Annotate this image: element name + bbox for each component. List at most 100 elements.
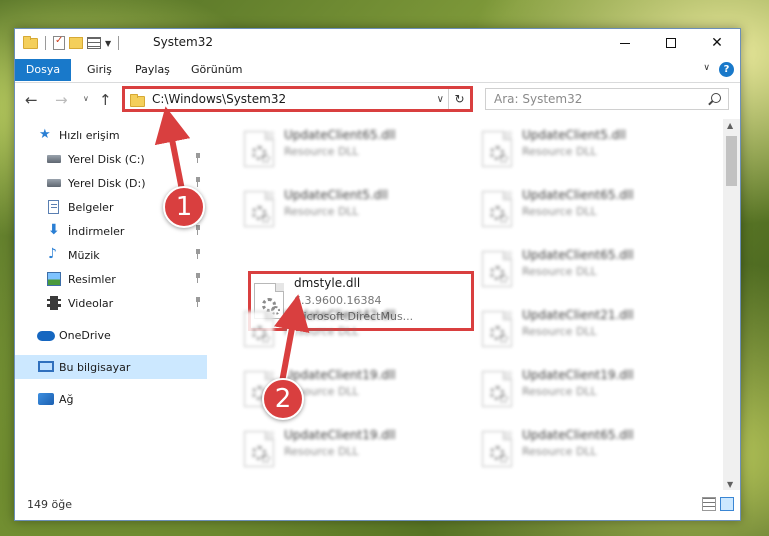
- search-input[interactable]: Ara: System32: [494, 92, 582, 106]
- file-name: UpdateClient65.dll: [284, 128, 396, 142]
- file-tile[interactable]: UpdateClient19.dll Resource DLL: [478, 361, 708, 417]
- file-name: UpdateClient42.dll: [284, 308, 396, 322]
- file-type: Resource DLL: [522, 325, 597, 338]
- file-name: UpdateClient19.dll: [284, 428, 396, 442]
- sidebar-item-music[interactable]: ♪ Müzik: [15, 243, 207, 267]
- sidebar-item-network[interactable]: Ağ: [15, 387, 207, 411]
- maximize-button[interactable]: [648, 29, 694, 57]
- address-path[interactable]: C:\Windows\System32: [152, 92, 286, 106]
- navigation-bar: ← → ∨ ↑ C:\Windows\System32 ∨ ↻ Ara: Sys…: [15, 85, 740, 115]
- new-folder-icon[interactable]: [69, 37, 83, 49]
- minimize-icon: [620, 42, 630, 44]
- up-button[interactable]: ↑: [99, 91, 112, 109]
- help-icon[interactable]: ?: [719, 62, 734, 77]
- file-tile[interactable]: UpdateClient65.dll Resource DLL: [478, 181, 708, 237]
- back-button[interactable]: ←: [25, 91, 38, 109]
- dll-file-icon: [482, 311, 512, 347]
- sidebar-item-label: Müzik: [68, 248, 100, 262]
- file-tile[interactable]: UpdateClient5.dll Resource DLL: [240, 181, 470, 237]
- status-bar: 149 öğe: [15, 490, 740, 520]
- file-name: UpdateClient19.dll: [522, 368, 634, 382]
- file-name: UpdateClient65.dll: [522, 188, 634, 202]
- refresh-button[interactable]: ↻: [448, 89, 470, 109]
- search-icon[interactable]: [711, 93, 721, 103]
- sidebar-item-videos[interactable]: Videolar: [15, 291, 207, 315]
- expand-ribbon-icon[interactable]: ∨: [703, 63, 710, 73]
- sidebar-item-label: Belgeler: [68, 200, 114, 214]
- dll-file-icon: [482, 191, 512, 227]
- tab-file[interactable]: Dosya: [15, 59, 71, 81]
- tab-share[interactable]: Paylaş: [135, 59, 170, 81]
- file-type: Resource DLL: [284, 145, 359, 158]
- pin-icon[interactable]: [194, 273, 202, 283]
- pin-icon[interactable]: [194, 177, 202, 187]
- tab-view[interactable]: Görünüm: [191, 59, 242, 81]
- sidebar-item-label: Ağ: [59, 392, 74, 406]
- folder-icon: [130, 94, 145, 107]
- search-box[interactable]: Ara: System32: [485, 88, 729, 110]
- pin-icon[interactable]: [194, 297, 202, 307]
- drive-icon: [47, 155, 61, 163]
- scroll-down-icon[interactable]: ▼: [727, 480, 733, 489]
- file-name: UpdateClient21.dll: [522, 308, 634, 322]
- file-tile[interactable]: UpdateClient65.dll Resource DLL: [478, 421, 708, 477]
- file-tile[interactable]: UpdateClient21.dll Resource DLL: [478, 301, 708, 357]
- forward-button[interactable]: →: [55, 91, 68, 109]
- close-button[interactable]: ✕: [694, 29, 740, 57]
- window-title: System32: [153, 35, 214, 49]
- file-name: UpdateClient65.dll: [522, 428, 634, 442]
- scroll-up-icon[interactable]: ▲: [727, 121, 733, 130]
- computer-icon: [38, 361, 54, 372]
- network-icon: [38, 393, 54, 405]
- step-1-badge: 1: [163, 186, 205, 228]
- pin-icon[interactable]: [194, 153, 202, 163]
- address-bar[interactable]: C:\Windows\System32 ∨ ↻: [122, 86, 473, 112]
- file-type: Resource DLL: [284, 205, 359, 218]
- file-tile[interactable]: UpdateClient65.dll Resource DLL: [478, 241, 708, 297]
- star-icon: ★: [39, 127, 51, 142]
- dll-file-icon: [482, 371, 512, 407]
- file-type: Resource DLL: [522, 145, 597, 158]
- tab-home[interactable]: Giriş: [87, 59, 112, 81]
- tiles-view-icon[interactable]: [720, 497, 734, 511]
- sidebar-item-local-disk-c[interactable]: Yerel Disk (C:): [15, 147, 207, 171]
- file-tile[interactable]: UpdateClient19.dll Resource DLL: [240, 421, 470, 477]
- scroll-thumb[interactable]: [726, 136, 737, 186]
- file-name: UpdateClient5.dll: [522, 128, 626, 142]
- file-type: Resource DLL: [284, 445, 359, 458]
- explorer-window: ▼ System32 ✕ Dosya Giriş Paylaş Görünüm …: [14, 28, 741, 521]
- folder-icon[interactable]: [23, 35, 38, 49]
- file-tile[interactable]: UpdateClient5.dll Resource DLL: [478, 121, 708, 177]
- sidebar-item-onedrive[interactable]: OneDrive: [15, 323, 207, 347]
- view-options-icon[interactable]: [87, 37, 101, 49]
- item-count: 149 öğe: [27, 498, 72, 511]
- file-tile[interactable]: UpdateClient42.dll Resource DLL: [240, 301, 470, 357]
- ribbon-tabs: Dosya Giriş Paylaş Görünüm ∨ ?: [15, 57, 740, 83]
- sidebar-item-label: Yerel Disk (C:): [68, 152, 145, 166]
- address-dropdown-icon[interactable]: ∨: [437, 94, 444, 105]
- music-icon: ♪: [48, 246, 57, 262]
- minimize-button[interactable]: [602, 29, 648, 57]
- file-list: UpdateClient65.dll Resource DLL UpdateCl…: [220, 119, 725, 491]
- details-view-icon[interactable]: [702, 497, 716, 511]
- file-tile[interactable]: UpdateClient65.dll Resource DLL: [240, 121, 470, 177]
- downloads-icon: ⬇: [48, 222, 60, 238]
- sidebar-item-label: Bu bilgisayar: [59, 360, 131, 374]
- maximize-icon: [666, 38, 676, 48]
- drive-icon: [47, 179, 61, 187]
- file-type: Resource DLL: [522, 265, 597, 278]
- pin-icon[interactable]: [194, 225, 202, 235]
- properties-icon[interactable]: [53, 35, 65, 50]
- file-name: UpdateClient19.dll: [284, 368, 396, 382]
- sidebar-item-this-pc[interactable]: Bu bilgisayar: [15, 355, 207, 379]
- recent-locations-button[interactable]: ∨: [83, 94, 89, 103]
- vertical-scrollbar[interactable]: ▲ ▼: [723, 119, 740, 491]
- file-type: Resource DLL: [522, 385, 597, 398]
- pin-icon[interactable]: [194, 249, 202, 259]
- step-2-badge: 2: [262, 378, 304, 420]
- navigation-pane: ★ Hızlı erişim Yerel Disk (C:) Yerel Dis…: [15, 119, 210, 491]
- sidebar-item-pictures[interactable]: Resimler: [15, 267, 207, 291]
- file-type: Resource DLL: [284, 325, 359, 338]
- sidebar-item-quick-access[interactable]: ★ Hızlı erişim: [15, 123, 207, 147]
- customize-toolbar-icon[interactable]: ▼: [105, 39, 111, 48]
